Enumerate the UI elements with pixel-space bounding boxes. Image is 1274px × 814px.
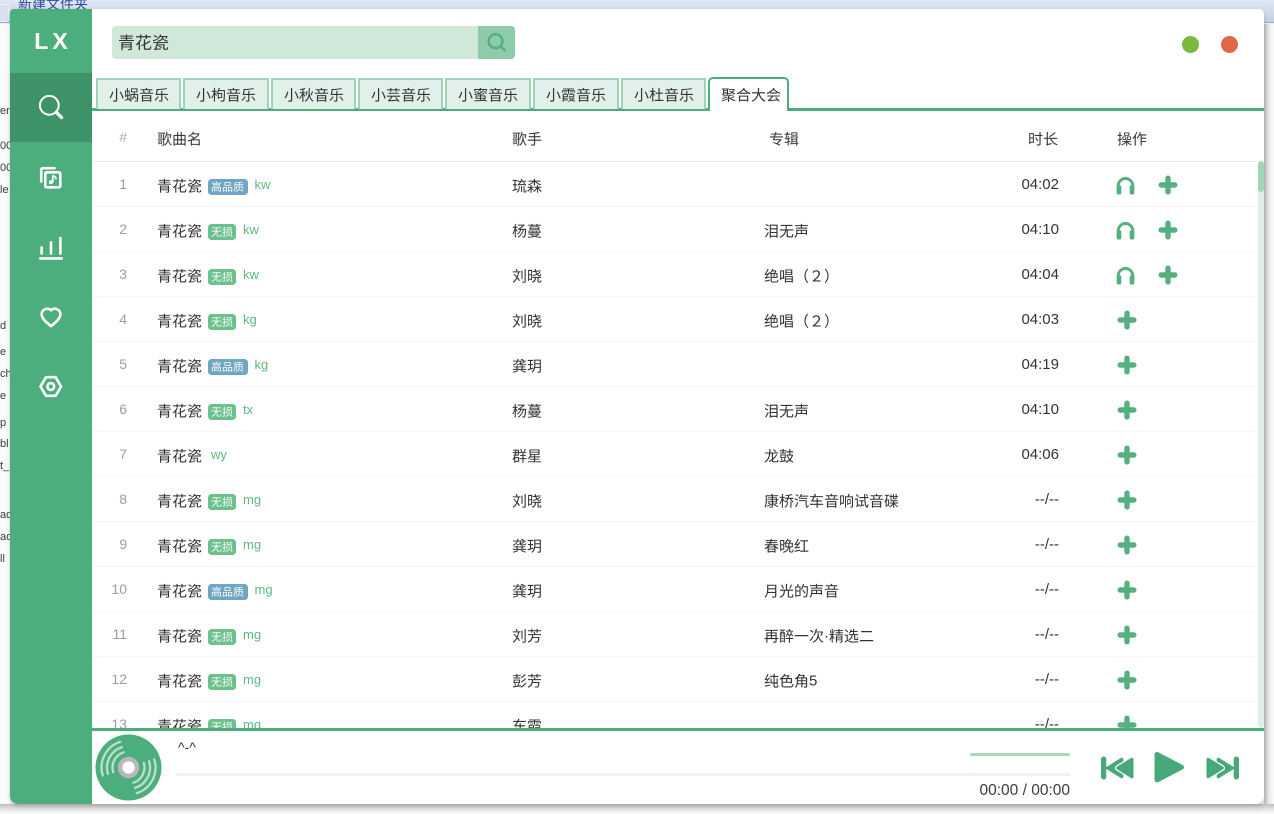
svg-text:·: · [824,627,829,644]
svg-text:5: 5 [809,672,817,689]
